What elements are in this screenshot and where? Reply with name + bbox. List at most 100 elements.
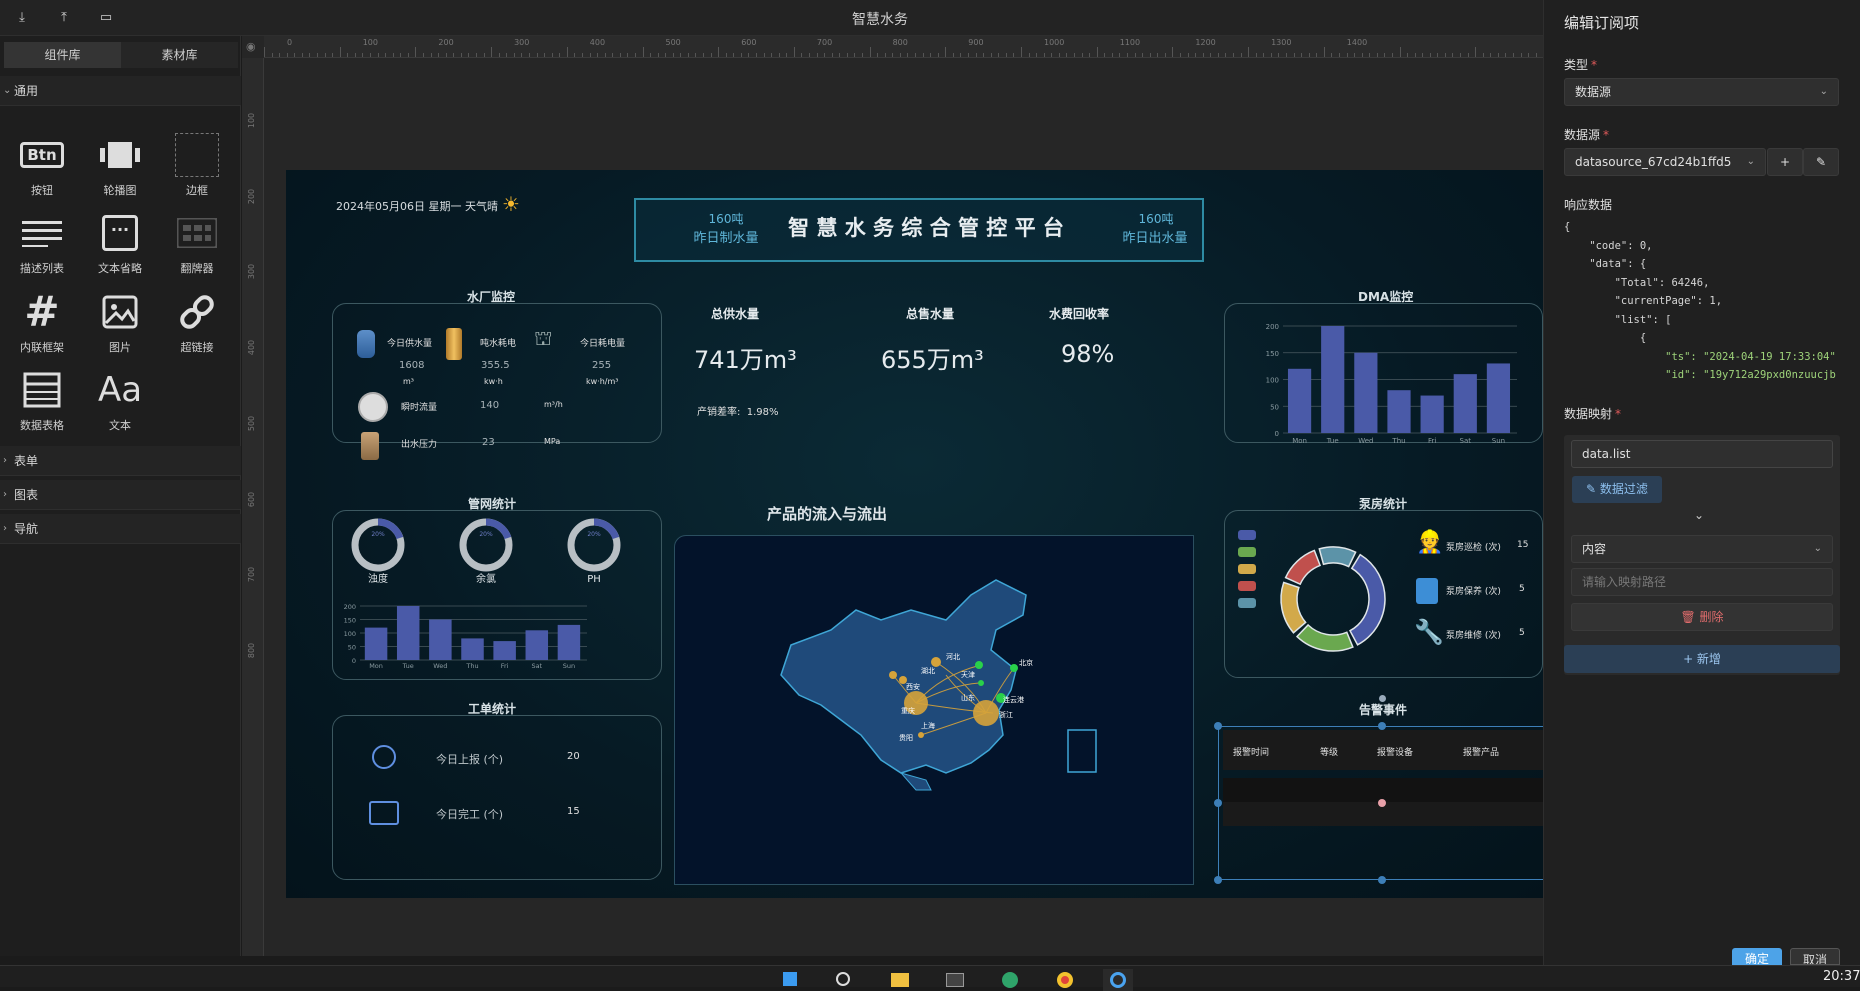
component-carousel[interactable]: 轮播图 [85, 134, 155, 206]
component-label: 按钮 [31, 184, 53, 197]
donut-slice [1284, 549, 1322, 586]
ruler-tick-label: 400 [247, 339, 257, 356]
mapping-path-input[interactable]: 请输入映射路径 [1571, 568, 1833, 596]
bar [1453, 374, 1477, 433]
json-line: "code": 0, [1564, 239, 1653, 252]
resize-handle[interactable] [1378, 722, 1386, 730]
add-mapping-button[interactable]: + 新增 [1564, 645, 1840, 673]
component-ellipsis[interactable]: ··· 文本省略 [85, 212, 155, 284]
rotate-handle[interactable] [1378, 799, 1386, 807]
chrome-icon[interactable] [1050, 969, 1080, 991]
type-label: 类型 * [1564, 58, 1598, 72]
type-select[interactable]: 数据源 ⌄ [1564, 78, 1839, 106]
chevron-down-icon: ⌄ [3, 85, 12, 96]
component-border[interactable]: 边框 [162, 133, 232, 206]
kpi-label: 总售水量 [906, 307, 955, 321]
kpi-value: 741万m³ [694, 346, 797, 374]
wrench-icon: 🔧 [1414, 618, 1444, 646]
y-tick-label: 200 [1266, 323, 1279, 331]
plant-title: 水厂监控 [467, 290, 516, 304]
response-json: { "code": 0, "data": { "Total": 64246, "… [1564, 218, 1854, 385]
dashboard-screen[interactable]: 2024年05月06日 星期一 天气晴 ☀ 160吨 昨日制水量 智 慧 水 务… [286, 170, 1543, 898]
order-title: 工单统计 [468, 702, 517, 716]
resize-handle[interactable] [1214, 876, 1222, 884]
map-city-label: 湖北 [921, 666, 935, 675]
tab-materials[interactable]: 素材库 [121, 42, 238, 68]
edge-icon[interactable] [995, 969, 1025, 991]
chevron-right-icon: › [3, 455, 7, 466]
order-item-label: 今日上报 (个) [436, 753, 504, 766]
app-icon[interactable] [1103, 969, 1133, 991]
section-nav[interactable]: › 导航 [0, 514, 241, 544]
path-input[interactable]: data.list [1571, 440, 1833, 468]
pump-item-label: 泵房保养 (次) [1446, 587, 1501, 597]
section-form[interactable]: › 表单 [0, 446, 241, 476]
y-tick-label: 100 [344, 630, 356, 638]
diff-rate: 产销差率: 1.98% [697, 407, 779, 418]
data-filter-button[interactable]: ✎ 数据过滤 [1572, 476, 1662, 503]
component-iframe[interactable]: # 内联框架 [7, 291, 77, 363]
resize-handle[interactable] [1214, 799, 1222, 807]
ruler-tick-label: 700 [247, 567, 257, 583]
edit-subscription-panel: 编辑订阅项 类型 * 数据源 ⌄ 数据源 * datasource_67cd24b1f… [1543, 0, 1860, 965]
upload-icon[interactable]: ⤒ [55, 9, 73, 27]
x-tick-label: Sat [531, 662, 542, 670]
confirm-button[interactable]: 确定 [1732, 948, 1782, 965]
map-city-label: 浙江 [999, 710, 1013, 719]
map-city-label: 山东 [961, 693, 975, 702]
component-button[interactable]: Btn 按钮 [7, 134, 77, 206]
section-chart[interactable]: › 图表 [0, 480, 241, 510]
pump-item-value: 5 [1519, 584, 1525, 594]
component-hyperlink[interactable]: 超链接 [162, 291, 232, 363]
os-taskbar: 20:37 [0, 965, 1860, 991]
component-image[interactable]: 图片 [85, 291, 155, 363]
eye-icon[interactable]: ◉ [246, 40, 256, 53]
cancel-button[interactable]: 取消 [1790, 948, 1840, 965]
pump-item-value: 15 [1517, 540, 1529, 550]
terminal-icon[interactable] [940, 969, 970, 991]
search-icon[interactable] [828, 969, 858, 991]
add-datasource-button[interactable]: + [1767, 148, 1803, 176]
component-desc-list[interactable]: 描述列表 [7, 212, 77, 284]
plant-item-value: 355.5 [481, 360, 510, 371]
ruler-tick-label: 1400 [1346, 38, 1368, 47]
oil-can-icon [1416, 578, 1438, 604]
json-line: "list": [ [1564, 313, 1672, 326]
component-flipper[interactable]: 翻牌器 [162, 212, 232, 284]
pump-title: 泵房统计 [1359, 497, 1408, 511]
drag-handle[interactable] [1379, 695, 1386, 702]
double-chevron-down-icon[interactable]: ⌄ [1694, 508, 1704, 522]
camera-icon [372, 745, 396, 769]
y-tick-label: 0 [352, 657, 356, 665]
preview-icon[interactable]: ▭ [97, 9, 115, 27]
order-item-value: 15 [567, 806, 580, 817]
component-label: 轮播图 [103, 184, 137, 197]
resize-handle[interactable] [1378, 876, 1386, 884]
section-common[interactable]: ⌄ 通用 [0, 76, 241, 106]
component-text[interactable]: Aa 文本 [85, 369, 155, 441]
component-data-table[interactable]: 数据表格 [7, 369, 77, 441]
windows-start-icon[interactable] [775, 969, 805, 991]
date-text: 2024年05月06日 星期一 天气晴 [336, 200, 498, 213]
bar [1420, 395, 1444, 433]
delete-button[interactable]: 🗑 删除 [1571, 603, 1833, 631]
tab-components[interactable]: 组件库 [4, 42, 121, 68]
folder-icon[interactable] [885, 969, 915, 991]
bar [396, 606, 420, 660]
hash-icon: # [24, 287, 60, 336]
download-icon[interactable]: ⤓ [13, 9, 31, 27]
pipe-title: 管网统计 [468, 497, 517, 511]
x-tick-label: Mon [369, 662, 383, 670]
resize-handle[interactable] [1214, 722, 1222, 730]
worker-icon: 👷 [1416, 530, 1444, 555]
datasource-select[interactable]: datasource_67cd24b1ffd5 ⌄ [1564, 148, 1766, 176]
link-icon [172, 291, 222, 333]
china-map[interactable]: 河北 天津 北京 山东 连云港 重庆 湖北 浙江 贵阳 上海 西安 [681, 535, 1201, 885]
content-select[interactable]: 内容 ⌄ [1571, 535, 1833, 563]
edit-datasource-button[interactable]: ✎ [1803, 148, 1839, 176]
ruler-tick-label: 300 [514, 38, 530, 47]
legend-swatch [1238, 581, 1256, 591]
donut-slice [1295, 623, 1354, 652]
x-tick-label: Wed [1358, 437, 1373, 445]
horizontal-ruler: 0 100 200 300 400 500 600 700 800 900 1000 1100 1200… [264, 36, 1543, 58]
